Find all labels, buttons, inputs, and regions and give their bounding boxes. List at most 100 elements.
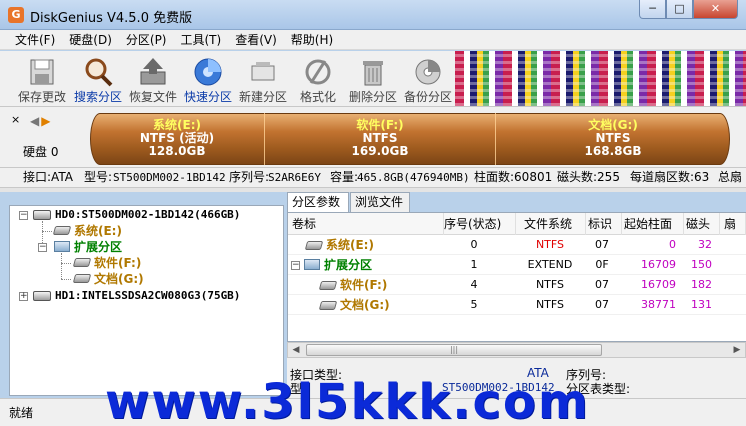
- save-icon: [26, 56, 58, 88]
- window-title: DiskGenius V4.5.0 免费版: [30, 11, 193, 26]
- row-label: 文档(G:): [340, 298, 390, 312]
- row-cyl: 38771: [641, 298, 676, 311]
- segment-size: 169.0GB: [351, 144, 409, 158]
- tree-connector: [61, 279, 71, 280]
- serial-label: 序列号:: [229, 170, 270, 184]
- row-cyl: 16709: [641, 258, 676, 271]
- scroll-left-icon[interactable]: ◀: [288, 343, 304, 357]
- format-icon: [302, 56, 334, 88]
- title-bar: G DiskGenius V4.5.0 免费版 ─ □ ✕: [0, 0, 746, 30]
- save-changes-button[interactable]: 保存更改: [14, 53, 70, 105]
- prev-disk-icon[interactable]: ◀: [30, 114, 41, 128]
- disk-tree-panel: − HD0:ST500DM002-1BD142(466GB) 系统(E:) − …: [9, 205, 284, 396]
- col-id[interactable]: 标识: [588, 213, 622, 235]
- minimize-button[interactable]: ─: [639, 0, 666, 19]
- window-controls: ─ □ ✕: [639, 0, 738, 20]
- maximize-button[interactable]: □: [666, 0, 693, 19]
- table-row[interactable]: 文档(G:) 5 NTFS 07 38771 131: [288, 295, 746, 315]
- quick-partition-button[interactable]: 快速分区: [180, 53, 236, 105]
- row-label: 扩展分区: [324, 258, 373, 272]
- col-sector[interactable]: 扇: [724, 213, 746, 235]
- tab-partition-params[interactable]: 分区参数: [287, 192, 349, 213]
- scroll-right-icon[interactable]: ▶: [729, 343, 745, 357]
- app-logo-icon: G: [8, 7, 24, 23]
- delete-partition-button[interactable]: 删除分区: [345, 53, 401, 105]
- row-seq: 5: [470, 298, 478, 311]
- save-changes-label: 保存更改: [17, 90, 66, 104]
- partition-icon: [318, 301, 338, 310]
- watermark-text: www.3l5kkk.com: [105, 374, 590, 426]
- recover-files-button[interactable]: 恢复文件: [125, 53, 181, 105]
- tab-browse-files[interactable]: 浏览文件: [350, 192, 410, 212]
- menu-file[interactable]: 文件(F): [8, 30, 62, 49]
- close-button[interactable]: ✕: [693, 0, 738, 19]
- row-fs: NTFS: [535, 238, 565, 251]
- extended-partition-icon: [304, 259, 320, 270]
- col-volume-label[interactable]: 卷标: [292, 213, 444, 235]
- total-sectors-info: 总扇: [718, 170, 743, 184]
- sectors-info: 每道扇区数:63: [630, 170, 710, 184]
- col-seq-status[interactable]: 序号(状态): [444, 213, 516, 235]
- menu-bar: 文件(F) 硬盘(D) 分区(P) 工具(T) 查看(V) 帮助(H): [0, 30, 746, 50]
- tree-item-label: 文档(G:): [94, 272, 144, 286]
- backup-partition-button[interactable]: 备份分区: [400, 53, 456, 105]
- menu-partition[interactable]: 分区(P): [119, 30, 174, 49]
- recover-files-label: 恢复文件: [128, 90, 177, 104]
- row-label: 软件(F:): [340, 278, 388, 292]
- capacity-label: 容量:: [330, 170, 359, 184]
- collapse-extended-icon[interactable]: −: [38, 243, 47, 252]
- partition-icon: [318, 281, 338, 290]
- model-value: ST500DM002-1BD142: [113, 171, 226, 184]
- disk-label: 硬盘 0: [23, 145, 59, 159]
- partition-icon: [52, 226, 72, 235]
- serial-value: S2AR6E6Y: [268, 171, 321, 184]
- partition-segment-system[interactable]: 系统(E:) NTFS (活动) 128.0GB: [90, 113, 264, 165]
- tree-connector: [42, 231, 52, 232]
- partition-icon: [72, 274, 92, 283]
- search-partition-button[interactable]: 搜索分区: [70, 53, 126, 105]
- menu-tools[interactable]: 工具(T): [174, 30, 229, 49]
- row-head: 182: [691, 278, 712, 291]
- table-horizontal-scrollbar[interactable]: ◀ ||| ▶: [287, 342, 746, 358]
- new-partition-button[interactable]: 新建分区: [235, 53, 291, 105]
- model-label: 型号:: [84, 170, 113, 184]
- new-partition-label: 新建分区: [238, 90, 287, 104]
- segment-size: 128.0GB: [148, 144, 206, 158]
- tree-item-label: 扩展分区: [74, 240, 123, 254]
- tree-item-label: HD1:INTELSSDSA2CW080G3(75GB): [55, 289, 241, 302]
- table-row[interactable]: 系统(E:) 0 NTFS 07 0 32: [288, 235, 746, 255]
- next-disk-icon[interactable]: ▶: [41, 114, 52, 128]
- partition-segment-software[interactable]: 软件(F:) NTFS 169.0GB: [265, 113, 495, 165]
- col-filesystem[interactable]: 文件系统: [524, 213, 586, 235]
- partition-icon: [304, 241, 324, 250]
- tree-connector: [61, 263, 71, 264]
- scroll-thumb[interactable]: |||: [306, 344, 602, 356]
- disk-bar-close-icon[interactable]: ×: [11, 113, 20, 126]
- partition-segment-documents[interactable]: 文档(G:) NTFS 168.8GB: [496, 113, 730, 165]
- advertisement-banner[interactable]: [455, 51, 746, 106]
- collapse-hd0-icon[interactable]: −: [19, 211, 28, 220]
- menu-view[interactable]: 查看(V): [228, 30, 284, 49]
- format-button[interactable]: 格式化: [290, 53, 346, 105]
- extended-partition-icon: [54, 241, 70, 252]
- recover-file-icon: [137, 56, 169, 88]
- hard-disk-icon: [33, 210, 51, 220]
- collapse-extended-row-icon[interactable]: −: [291, 261, 300, 270]
- row-fs: NTFS: [535, 278, 565, 291]
- expand-hd1-icon[interactable]: +: [19, 292, 28, 301]
- hard-disk-icon: [33, 291, 51, 301]
- col-start-cylinder[interactable]: 起始柱面: [624, 213, 684, 235]
- table-row[interactable]: − 扩展分区 1 EXTEND 0F 16709 150: [288, 255, 746, 275]
- menu-disk[interactable]: 硬盘(D): [62, 30, 119, 49]
- row-cyl: 0: [669, 238, 676, 251]
- table-row[interactable]: 软件(F:) 4 NTFS 07 16709 182: [288, 275, 746, 295]
- format-label: 格式化: [299, 90, 336, 104]
- menu-help[interactable]: 帮助(H): [284, 30, 340, 49]
- row-label: 系统(E:): [326, 238, 374, 252]
- col-head[interactable]: 磁头: [686, 213, 720, 235]
- partition-table: 卷标 序号(状态) 文件系统 标识 起始柱面 磁头 扇 系统(E:) 0 NTF…: [287, 212, 746, 342]
- segment-size: 168.8GB: [584, 144, 642, 158]
- table-header: 卷标 序号(状态) 文件系统 标识 起始柱面 磁头 扇: [288, 213, 746, 235]
- new-partition-icon: [247, 56, 279, 88]
- row-fs: NTFS: [535, 298, 565, 311]
